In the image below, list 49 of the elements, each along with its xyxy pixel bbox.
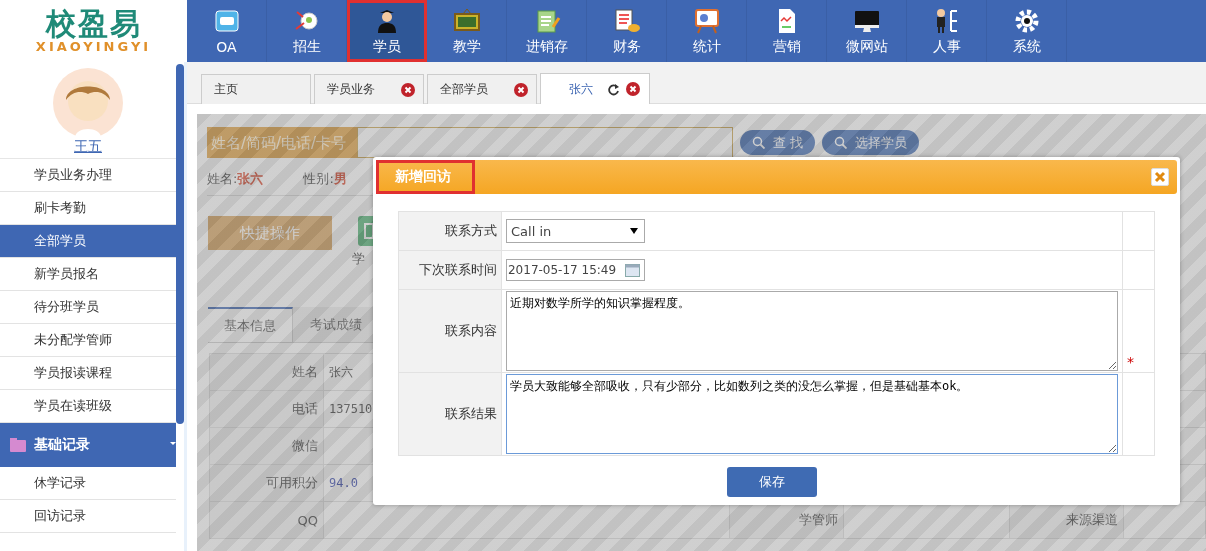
form-label: 联系内容 (398, 289, 502, 373)
page-tab[interactable]: 全部学员 (427, 74, 537, 104)
refresh-icon (606, 82, 620, 96)
search-field[interactable]: 姓名/简码/电话/卡号 (207, 127, 357, 158)
page-tab[interactable]: 主页 (201, 74, 311, 104)
field-label: 可用积分 (209, 464, 324, 502)
summary-field: 姓名:张六 (207, 170, 264, 188)
select-field[interactable]: Call in (506, 219, 645, 243)
nav-tab[interactable]: 学员 (347, 0, 427, 62)
field-label: QQ (209, 501, 324, 539)
sidebar-section[interactable]: 基础记录 (0, 423, 176, 467)
close-icon (1154, 171, 1166, 183)
logo-subtitle: XIAOYINGYI (35, 40, 152, 54)
field-label: 微信 (209, 427, 324, 465)
close-button[interactable] (1151, 168, 1169, 186)
close-icon (401, 82, 415, 97)
required-mark: * (1127, 354, 1134, 370)
action-label: 学 (352, 250, 365, 268)
field-label: 电话 (209, 390, 324, 428)
form-label: 下次联系时间 (398, 250, 502, 290)
calendar-icon (625, 263, 640, 277)
sidebar-item[interactable]: 全部学员 (0, 225, 176, 258)
folder-icon (10, 438, 26, 452)
form-label: 联系方式 (398, 211, 502, 251)
caret-icon (170, 442, 176, 448)
sidebar-item[interactable]: 回访记录 (0, 500, 176, 533)
avatar-icon (53, 68, 123, 138)
dropdown-arrow-icon (630, 228, 638, 234)
logo-name: 校盈易 (45, 8, 142, 40)
page-tab[interactable]: 学员业务 (314, 74, 424, 104)
datetime-field[interactable]: 2017-05-17 15:49 (506, 259, 645, 281)
page-tab[interactable]: 张六 (540, 73, 650, 104)
dialog-title: 新增回访 (376, 160, 475, 194)
text-area[interactable]: 近期对数学所学的知识掌握程度。 (506, 291, 1118, 371)
search-icon (752, 136, 765, 149)
easel-icon (692, 6, 721, 35)
summary-field: 性别:男 (303, 170, 347, 188)
form-label: 联系结果 (398, 372, 502, 456)
sidebar-item[interactable]: 休学记录 (0, 467, 176, 500)
user-name[interactable]: 王五 (74, 138, 102, 155)
search-icon (834, 136, 848, 149)
coins-icon (612, 6, 641, 35)
field-label: 姓名 (209, 353, 324, 391)
close-icon (625, 82, 640, 96)
text-area[interactable]: 学员大致能够全部吸收，只有少部分，比如数列之类的没怎么掌握，但是基础基本ok。 (506, 374, 1118, 454)
save-button[interactable]: 保存 (727, 467, 817, 497)
close-icon (514, 82, 528, 97)
scrollbar[interactable] (176, 64, 184, 424)
detail-tab[interactable]: 基本信息 (208, 307, 293, 342)
